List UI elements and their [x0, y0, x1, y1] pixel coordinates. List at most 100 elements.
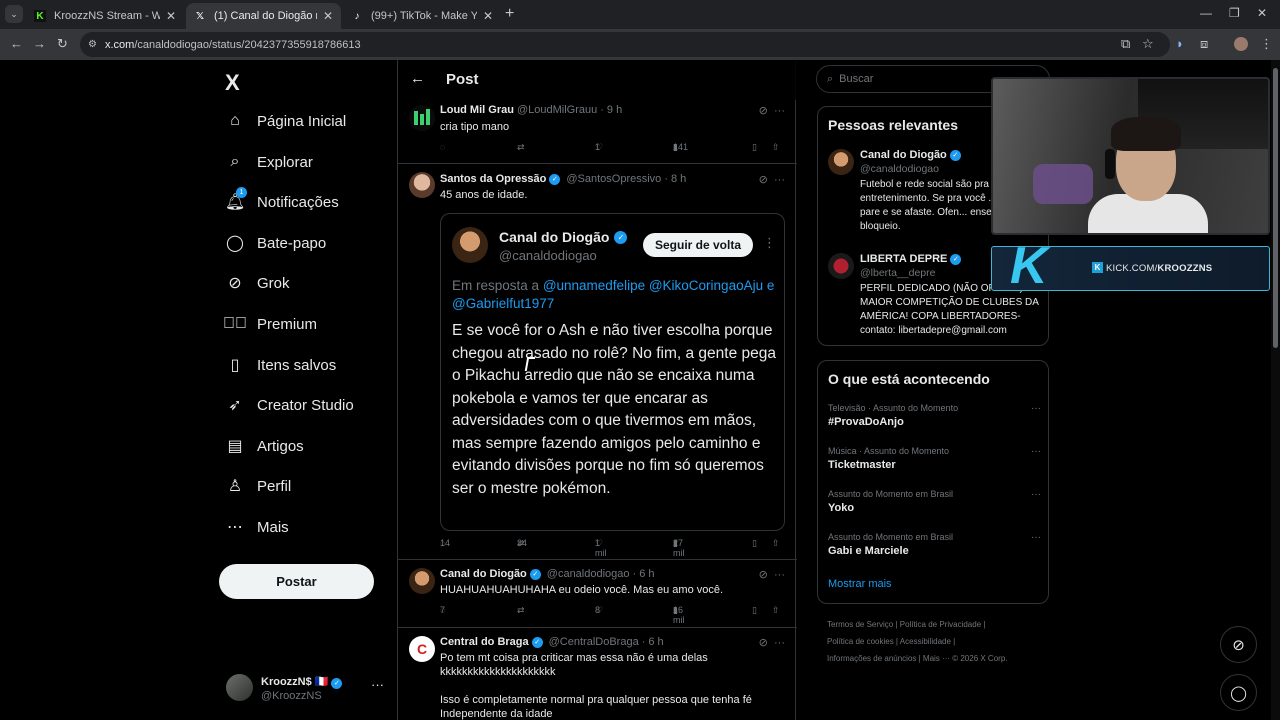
tab-search-button[interactable]: ⌄ — [5, 5, 23, 23]
more-icon[interactable]: ··· — [774, 569, 785, 581]
grok-icon[interactable]: ⊘ — [759, 637, 768, 649]
tweet-time[interactable]: 9 h — [607, 104, 622, 116]
scrollbar[interactable] — [1271, 60, 1280, 720]
bookmark-icon[interactable]: ▯ — [752, 605, 757, 616]
author-name[interactable]: Santos da Opressão — [440, 173, 546, 185]
share-icon[interactable]: ⇧ — [772, 142, 780, 153]
author-name[interactable]: Central do Braga — [440, 636, 529, 648]
new-tab-button[interactable]: + — [505, 5, 514, 23]
nav-bookmarks[interactable]: ▯ Itens salvos — [225, 351, 337, 379]
like-button[interactable]: ♡ 1 mil — [595, 538, 607, 558]
nav-premium[interactable]: ✓⃝ Premium — [223, 310, 317, 338]
views-button[interactable]: ▮ 141 — [673, 142, 688, 152]
close-icon[interactable]: ✕ — [323, 9, 333, 23]
bookmark-icon[interactable]: ▯ — [752, 142, 757, 153]
tweet-time[interactable]: 8 h — [671, 173, 686, 185]
scrollbar-thumb[interactable] — [1273, 68, 1278, 348]
quote-author-handle[interactable]: @canaldodiogao — [499, 248, 597, 263]
grok-icon[interactable]: ⊘ — [759, 174, 768, 186]
close-icon[interactable]: ✕ — [166, 9, 176, 23]
bookmark-star-icon[interactable]: ☆ — [1142, 36, 1154, 52]
grok-fab-button[interactable]: ⊘ — [1220, 626, 1257, 663]
share-icon[interactable]: ⇧ — [772, 605, 780, 616]
reply-button[interactable]: ◌ 7 — [440, 605, 445, 615]
retweet-button[interactable]: ⇄ — [517, 605, 525, 615]
views-button[interactable]: ▮ 27 mil — [673, 538, 685, 558]
tweet-item[interactable]: C Central do Braga ✓ @CentralDoBraga · 6… — [398, 628, 797, 720]
trend-item[interactable]: Assunto do Momento em Brasil Yoko ··· — [828, 489, 1043, 514]
extension-icon[interactable]: ◗ — [1176, 36, 1184, 51]
restore-icon[interactable]: ❐ — [1229, 6, 1240, 20]
more-icon[interactable]: ··· — [1031, 489, 1041, 500]
tweet-item[interactable]: Santos da Opressão ✓ @SantosOpressivo · … — [398, 164, 797, 560]
more-icon[interactable]: ··· — [1031, 532, 1041, 543]
tab-tiktok[interactable]: ♪ (99+) TikTok - Make Your Day ✕ — [343, 3, 501, 29]
more-icon[interactable]: ⋮ — [763, 235, 776, 251]
footer-line[interactable]: Política de cookies | Acessibilidade | — [827, 633, 1052, 650]
trend-item[interactable]: Música · Assunto do Momento Ticketmaster… — [828, 446, 1043, 471]
x-logo[interactable]: X — [225, 70, 240, 96]
more-icon[interactable]: ··· — [1031, 403, 1041, 414]
quoted-tweet[interactable]: Canal do Diogão ✓ @canaldodiogao Seguir d… — [440, 213, 785, 531]
tweet-time[interactable]: 6 h — [648, 636, 663, 648]
nav-more[interactable]: ⋯ Mais — [225, 513, 289, 541]
author-handle[interactable]: @canaldodiogao — [547, 568, 630, 580]
nav-notifications[interactable]: 🔔︎ 1 Notificações — [225, 187, 339, 216]
show-more-link[interactable]: Mostrar mais — [828, 578, 892, 590]
follow-back-button[interactable]: Seguir de volta — [643, 233, 753, 257]
reload-icon[interactable]: ↻ — [57, 36, 68, 52]
tab-x-post[interactable]: 𝕏 (1) Canal do Diogão no X: "34 a ✕ — [186, 3, 341, 29]
author-name[interactable]: Loud Mil Grau — [440, 104, 514, 116]
back-icon[interactable]: ← — [10, 36, 23, 51]
tweet-time[interactable]: 6 h — [639, 568, 654, 580]
footer-line[interactable]: Termos de Serviço | Política de Privacid… — [827, 616, 1052, 633]
footer-line[interactable]: Informações de anúncios | Mais ··· © 202… — [827, 650, 1052, 667]
reply-button[interactable]: ◌ 14 — [440, 538, 450, 548]
site-info-icon[interactable]: ⚙ — [88, 39, 97, 50]
post-button[interactable]: Postar — [219, 564, 374, 599]
tab-kick[interactable]: K KroozzNS Stream - Watch Live ✕ — [26, 3, 184, 29]
more-icon[interactable]: ··· — [774, 105, 785, 117]
like-button[interactable]: ♡ 8 — [595, 605, 603, 615]
nav-explore[interactable]: ⌕ Explorar — [225, 148, 313, 176]
quote-author-name[interactable]: Canal do Diogão ✓ — [499, 229, 630, 245]
nav-home[interactable]: ⌂ Página Inicial — [225, 107, 346, 135]
reply-button[interactable]: ◌ — [440, 142, 445, 152]
author-handle[interactable]: @LoudMilGrauu — [517, 104, 597, 116]
extensions-puzzle-icon[interactable]: ⧈ — [1200, 36, 1208, 52]
install-app-icon[interactable]: ⧉ — [1121, 36, 1130, 52]
nav-articles[interactable]: ▤ Artigos — [225, 432, 303, 460]
more-icon[interactable]: ··· — [1031, 446, 1041, 457]
nav-creator-studio[interactable]: ➶ Creator Studio — [225, 391, 353, 419]
views-button[interactable]: ▮ 16 mil — [673, 605, 685, 625]
profile-avatar[interactable] — [1234, 37, 1248, 51]
address-bar[interactable]: ⚙ x.com /canaldodiogao/status/2042377355… — [80, 32, 1170, 57]
back-arrow-icon[interactable]: ← — [410, 70, 425, 87]
share-icon[interactable]: ⇧ — [772, 538, 780, 549]
retweet-button[interactable]: ⇄ — [517, 142, 525, 152]
close-window-icon[interactable]: ✕ — [1257, 6, 1267, 20]
minimize-icon[interactable]: — — [1200, 6, 1212, 20]
grok-icon[interactable]: ⊘ — [759, 569, 768, 581]
grok-icon[interactable]: ⊘ — [759, 105, 768, 117]
bookmark-icon[interactable]: ▯ — [752, 538, 757, 549]
nav-chat[interactable]: ◯ Bate-papo — [225, 229, 326, 257]
messages-fab-button[interactable]: ◯ — [1220, 674, 1257, 711]
trend-item[interactable]: Televisão · Assunto do Momento #ProvaDoA… — [828, 403, 1043, 428]
trend-item[interactable]: Assunto do Momento em Brasil Gabi e Marc… — [828, 532, 1043, 557]
nav-profile[interactable]: ♙ Perfil — [225, 472, 291, 500]
browser-menu-icon[interactable]: ⋮ — [1260, 36, 1273, 52]
person-name[interactable]: LIBERTA DEPRE ✓ — [860, 253, 964, 265]
author-handle[interactable]: @CentralDoBraga — [549, 636, 639, 648]
nav-grok[interactable]: ⊘ Grok — [225, 269, 289, 297]
forward-icon[interactable]: → — [33, 36, 46, 51]
more-icon[interactable]: ··· — [774, 174, 785, 186]
author-name[interactable]: Canal do Diogão — [440, 568, 527, 580]
person-name[interactable]: Canal do Diogão ✓ — [860, 149, 964, 161]
like-button[interactable]: ♡ 1 — [595, 142, 603, 152]
tweet-item[interactable]: Canal do Diogão ✓ @canaldodiogao · 6 h ⊘… — [398, 560, 797, 628]
tweet-item[interactable]: Loud Mil Grau @LoudMilGrauu · 9 h ⊘ ··· … — [398, 100, 797, 164]
account-switcher[interactable]: KroozzN$ 🇫🇷 ✓ @KroozzNS ··· — [226, 674, 386, 706]
retweet-button[interactable]: ⇄ 34 — [517, 538, 527, 548]
more-icon[interactable]: ··· — [774, 637, 785, 649]
